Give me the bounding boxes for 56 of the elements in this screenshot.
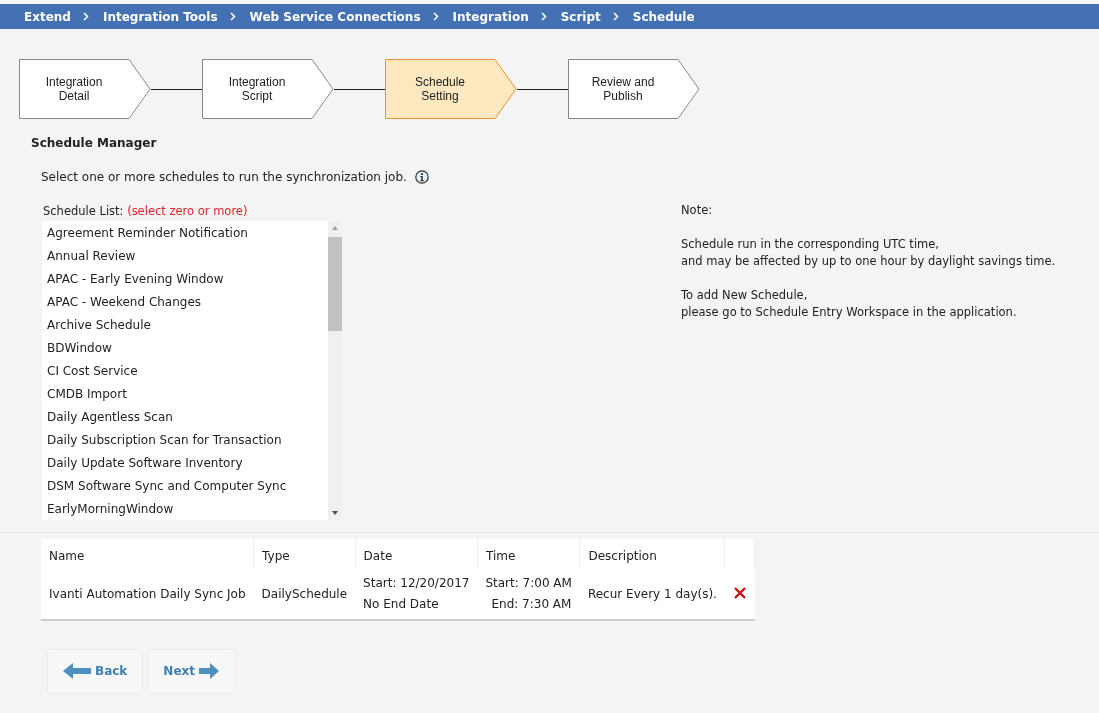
schedule-option[interactable]: DSM Software Sync and Computer Sync	[42, 475, 328, 498]
list-label: Schedule List: (select zero or more)	[43, 204, 249, 218]
chevron-icon	[540, 12, 547, 21]
schedule-option[interactable]: Agreement Reminder Notification	[42, 222, 328, 245]
wizard-step[interactable]: Integration Script	[202, 59, 334, 119]
breadcrumb-link[interactable]: Extend	[24, 9, 71, 24]
breadcrumb-link[interactable]: Schedule	[632, 9, 695, 24]
section-title: Schedule Manager	[31, 136, 158, 150]
breadcrumb-link[interactable]: Script	[560, 9, 601, 24]
table-cell-text: End: 7:30 AM	[490, 596, 572, 613]
schedule-option[interactable]: Daily Agentless Scan	[42, 406, 328, 429]
table-cell-text: Start: 12/20/2017	[363, 575, 470, 592]
back-button[interactable]: Back	[48, 650, 142, 692]
left-arrow-icon	[62, 662, 92, 680]
column-header: Description	[579, 539, 725, 569]
breadcrumb-link[interactable]: Web Service Connections	[249, 9, 421, 24]
schedule-option[interactable]: APAC - Weekend Changes	[42, 291, 328, 314]
table-cell-text: Start: 7:00 AM	[485, 575, 572, 592]
chevron-icon	[432, 12, 439, 21]
schedule-option[interactable]: Annual Review	[42, 245, 328, 268]
note-title: Note:	[681, 202, 714, 219]
column-header: Type	[253, 539, 356, 569]
table-cell-text: No End Date	[363, 596, 440, 613]
schedule-option[interactable]: CI Cost Service	[42, 360, 328, 383]
table-cell: Ivanti Automation Daily Sync Job	[41, 569, 254, 620]
note-text: Schedule run in the corresponding UTC time,	[681, 236, 940, 253]
next-button[interactable]: Next	[149, 650, 234, 692]
breadcrumb-link[interactable]: Integration Tools	[102, 9, 218, 24]
schedule-option[interactable]: Daily Subscription Scan for Transaction	[42, 429, 328, 452]
delete-icon[interactable]	[732, 585, 747, 600]
chevron-icon	[612, 12, 619, 21]
breadcrumb-link[interactable]: Integration	[452, 9, 529, 24]
wizard-step[interactable]: Review and Publish	[568, 59, 700, 119]
wizard-step[interactable]: Schedule Setting	[385, 59, 517, 119]
schedule-option[interactable]: Daily Update Software Inventory	[42, 452, 328, 475]
chevron-icon	[82, 12, 89, 21]
schedule-option[interactable]: BDWindow	[42, 337, 328, 360]
column-header: Name	[41, 539, 254, 569]
instruction-text: Select one or more schedules to run the synchronization job.	[41, 170, 407, 184]
note-text: and may be affected by up to one hour by daylight savings time.	[681, 253, 1056, 270]
wizard-step[interactable]: Integration Detail	[19, 59, 151, 119]
schedule-option[interactable]: APAC - Early Evening Window	[42, 268, 328, 291]
schedule-option[interactable]: Archive Schedule	[42, 314, 328, 337]
table-cell: Recur Every 1 day(s).	[579, 569, 725, 620]
right-arrow-icon	[198, 662, 220, 680]
schedule-option[interactable]: CMDB Import	[42, 383, 328, 406]
table-cell: DailySchedule	[253, 569, 356, 620]
info-icon[interactable]	[414, 170, 429, 184]
column-header: Date	[355, 539, 478, 569]
scrollbar-thumb[interactable]	[328, 237, 342, 331]
column-header: Time	[477, 539, 580, 569]
schedule-option[interactable]: EarlyMorningWindow	[42, 498, 328, 521]
note-text: To add New Schedule,	[681, 287, 809, 304]
chevron-icon	[229, 12, 236, 21]
schedule-listbox[interactable]	[42, 221, 342, 520]
note-text: please go to Schedule Entry Workspace in the application.	[681, 304, 1018, 321]
